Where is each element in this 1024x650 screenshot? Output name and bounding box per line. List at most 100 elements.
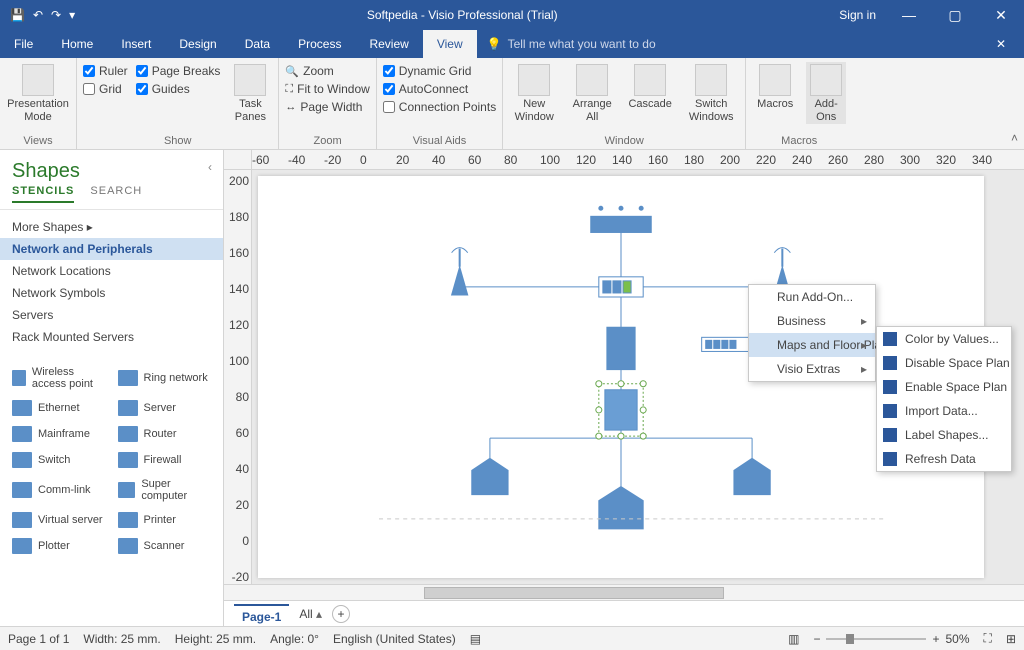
stencil-row[interactable]: Servers — [0, 304, 223, 326]
menu-business[interactable]: Business▸ — [749, 309, 875, 333]
shape-item[interactable]: Virtual server — [6, 508, 112, 532]
presentation-mode-button[interactable]: Presentation Mode — [6, 62, 70, 124]
shape-label: Ethernet — [38, 402, 80, 414]
new-window-button[interactable]: New Window — [509, 62, 559, 124]
more-shapes-row[interactable]: More Shapes ▸ — [0, 216, 223, 238]
tab-insert[interactable]: Insert — [107, 30, 165, 58]
arrange-all-button[interactable]: Arrange All — [567, 62, 617, 124]
grid-checkbox[interactable]: Grid — [83, 82, 128, 96]
zoom-button[interactable]: 🔍 Zoom — [285, 64, 369, 78]
add-page-button[interactable]: + — [332, 605, 350, 623]
menu-color-by-values[interactable]: Color by Values... — [877, 327, 1011, 351]
cascade-button[interactable]: Cascade — [625, 62, 675, 111]
menu-enable-space-plan[interactable]: Enable Space Plan — [877, 375, 1011, 399]
autoconnect-checkbox[interactable]: AutoConnect — [383, 82, 496, 96]
maximize-button[interactable]: ▢ — [932, 7, 978, 24]
tab-file[interactable]: File — [0, 30, 47, 58]
fit-page-icon[interactable]: ⛶ — [984, 631, 992, 646]
shape-item[interactable]: Comm-link — [6, 474, 112, 506]
guides-checkbox[interactable]: Guides — [136, 82, 221, 96]
menu-import-data[interactable]: Import Data... — [877, 399, 1011, 423]
ribbon: Presentation Mode Views Ruler Grid Page … — [0, 58, 1024, 150]
pan-zoom-icon[interactable]: ⊞ — [1006, 632, 1016, 646]
shape-item[interactable]: Ring network — [112, 362, 218, 394]
page-tab[interactable]: Page-1 — [234, 604, 289, 624]
zoom-in-button[interactable]: + — [932, 632, 939, 646]
tab-process[interactable]: Process — [284, 30, 355, 58]
ruler-checkbox[interactable]: Ruler — [83, 64, 128, 78]
horizontal-scrollbar[interactable] — [224, 584, 1024, 600]
shape-item[interactable]: Router — [112, 422, 218, 446]
menu-label-shapes[interactable]: Label Shapes... — [877, 423, 1011, 447]
shape-icon — [12, 400, 32, 416]
redo-icon[interactable]: ↷ — [51, 8, 61, 22]
stencil-row[interactable]: Network Locations — [0, 260, 223, 282]
shape-item[interactable]: Wireless access point — [6, 362, 112, 394]
ruler-h-ticks: -60-40-200204060801001201401601802002202… — [252, 150, 1024, 169]
stencil-row[interactable]: Network Symbols — [0, 282, 223, 304]
ribbon-close-icon[interactable]: ✕ — [978, 30, 1024, 58]
ruler-corner — [224, 150, 252, 169]
minimize-button[interactable]: — — [886, 7, 932, 23]
menu-refresh-data[interactable]: Refresh Data — [877, 447, 1011, 471]
group-label-window: Window — [509, 133, 739, 149]
save-icon[interactable]: 💾 — [10, 8, 25, 22]
collapse-ribbon-icon[interactable]: ˄ — [1011, 131, 1018, 145]
shape-icon — [12, 452, 32, 468]
status-angle: Angle: 0° — [270, 632, 319, 646]
menu-maps-floor-plans[interactable]: Maps and Floor Plans▸ — [749, 333, 875, 357]
shape-item[interactable]: Server — [112, 396, 218, 420]
zoom-slider[interactable] — [826, 638, 926, 640]
tell-me[interactable]: 💡Tell me what you want to do — [477, 30, 978, 58]
page-breaks-checkbox[interactable]: Page Breaks — [136, 64, 221, 78]
menu-visio-extras[interactable]: Visio Extras▸ — [749, 357, 875, 381]
shape-label: Scanner — [144, 540, 185, 552]
qat-dropdown-icon[interactable]: ▾ — [69, 8, 75, 22]
stencil-row[interactable]: Rack Mounted Servers — [0, 326, 223, 348]
stencils-tab[interactable]: STENCILS — [12, 185, 74, 203]
macro-recorder-icon[interactable]: ▤ — [470, 632, 481, 646]
status-width: Width: 25 mm. — [83, 632, 160, 646]
shape-item[interactable]: Firewall — [112, 448, 218, 472]
shape-item[interactable]: Mainframe — [6, 422, 112, 446]
group-window: New Window Arrange All Cascade Switch Wi… — [503, 58, 746, 149]
all-pages-button[interactable]: All ▴ — [299, 607, 322, 621]
tab-view[interactable]: View — [423, 30, 477, 58]
zoom-slider-knob[interactable] — [846, 634, 854, 644]
tab-home[interactable]: Home — [47, 30, 107, 58]
zoom-out-button[interactable]: − — [813, 632, 820, 646]
shape-item[interactable]: Printer — [112, 508, 218, 532]
shape-item[interactable]: Plotter — [6, 534, 112, 558]
menu-disable-space-plan[interactable]: Disable Space Plan — [877, 351, 1011, 375]
undo-icon[interactable]: ↶ — [33, 8, 43, 22]
tab-review[interactable]: Review — [355, 30, 422, 58]
addons-icon — [810, 64, 842, 96]
shapes-pane: Shapes ‹ STENCILS SEARCH More Shapes ▸ N… — [0, 150, 224, 626]
search-tab[interactable]: SEARCH — [90, 185, 142, 203]
fit-window-button[interactable]: ⛶ Fit to Window — [285, 82, 369, 96]
scrollbar-thumb[interactable] — [424, 587, 724, 599]
macros-button[interactable]: Macros — [752, 62, 798, 111]
addons-button[interactable]: Add- Ons — [806, 62, 846, 124]
status-language[interactable]: English (United States) — [333, 632, 456, 646]
tab-data[interactable]: Data — [231, 30, 284, 58]
shape-item[interactable]: Super computer — [112, 474, 218, 506]
page-width-button[interactable]: ↔ Page Width — [285, 100, 369, 114]
shape-label: Wireless access point — [32, 366, 106, 390]
close-button[interactable]: ✕ — [978, 7, 1024, 24]
shapes-collapse-icon[interactable]: ‹ — [208, 160, 212, 174]
tab-design[interactable]: Design — [165, 30, 230, 58]
shape-item[interactable]: Scanner — [112, 534, 218, 558]
stencil-row[interactable]: Network and Peripherals — [0, 238, 223, 260]
zoom-level[interactable]: 50% — [946, 632, 970, 646]
menu-run-addon[interactable]: Run Add-On... — [749, 285, 875, 309]
visio-icon — [883, 452, 897, 466]
task-panes-button[interactable]: Task Panes — [228, 62, 272, 124]
presentation-view-icon[interactable]: ▥ — [788, 632, 799, 646]
shape-item[interactable]: Ethernet — [6, 396, 112, 420]
dynamic-grid-checkbox[interactable]: Dynamic Grid — [383, 64, 496, 78]
switch-windows-button[interactable]: Switch Windows — [683, 62, 739, 124]
connection-points-checkbox[interactable]: Connection Points — [383, 100, 496, 114]
shape-item[interactable]: Switch — [6, 448, 112, 472]
signin-link[interactable]: Sign in — [839, 8, 876, 22]
